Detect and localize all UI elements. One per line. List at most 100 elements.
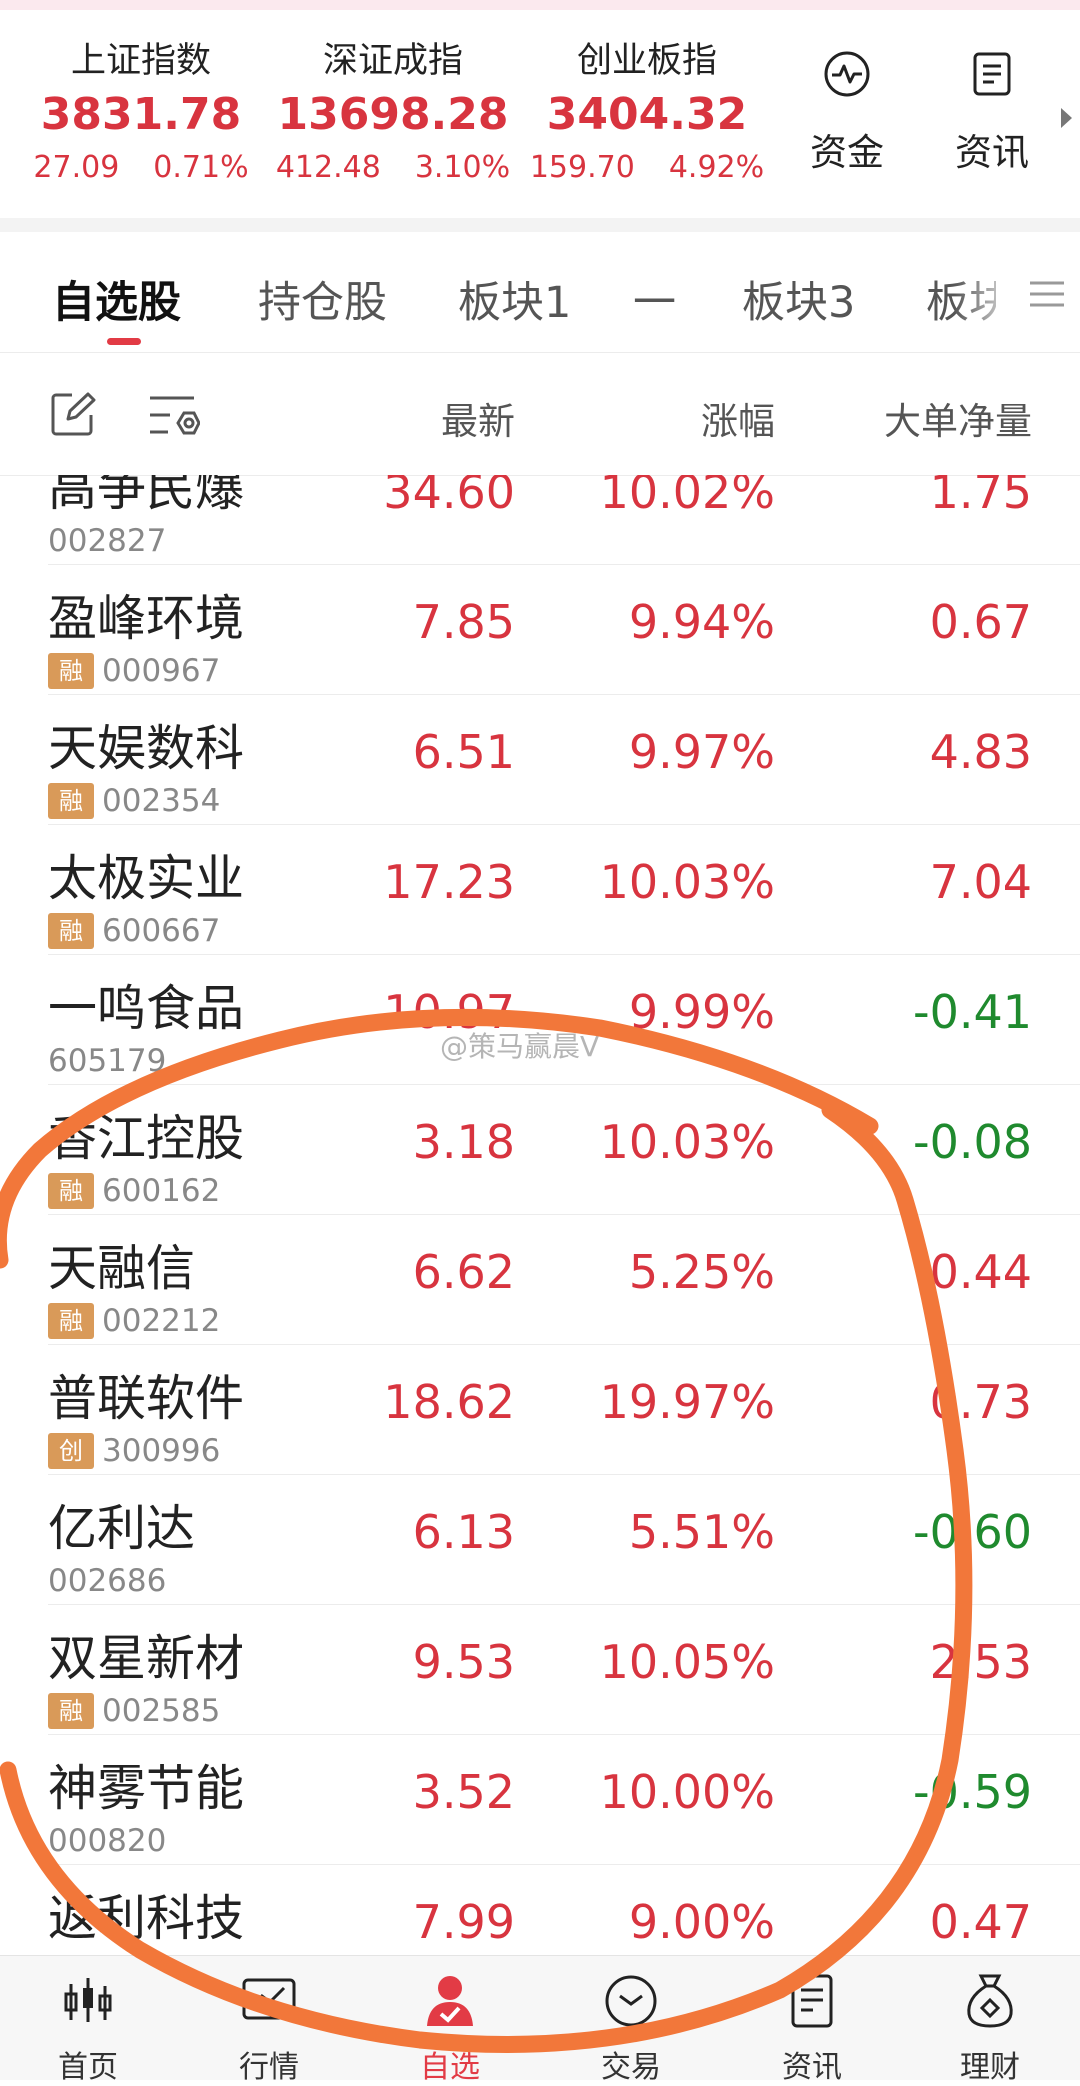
stock-code-wrap: 605179 xyxy=(48,1043,166,1079)
tab-sector-1[interactable]: 板块1 xyxy=(458,268,571,330)
stock-price: 7.85 xyxy=(412,595,515,649)
stock-code-wrap: 融 002354 xyxy=(48,783,220,819)
index-change-pct: 3.10% xyxy=(414,150,511,185)
stock-change-pct: 19.97% xyxy=(599,1375,775,1429)
section-divider xyxy=(0,218,1080,232)
stock-change-pct: 10.03% xyxy=(599,855,775,909)
stock-code-wrap: 融 000967 xyxy=(48,653,220,689)
stock-row[interactable]: 神雾节能 000820 3.52 10.00% -0.59 xyxy=(0,1735,1080,1865)
stock-big-order: 1.75 xyxy=(929,475,1032,519)
stock-code: 002354 xyxy=(102,783,221,819)
stock-big-order: -0.59 xyxy=(912,1765,1032,1819)
stock-price: 17.23 xyxy=(383,855,515,909)
funds-button[interactable]: 资金 xyxy=(792,50,902,176)
stock-change-pct: 9.94% xyxy=(628,595,775,649)
nav-label: 首页 xyxy=(58,2050,118,2085)
stock-name: 普联软件 xyxy=(48,1370,245,1427)
news-button[interactable]: 资讯 xyxy=(937,50,1047,176)
stock-change-pct: 10.00% xyxy=(599,1765,775,1819)
stock-big-order: 0.44 xyxy=(929,1245,1032,1299)
stock-code: 002827 xyxy=(48,523,167,559)
filter-settings-icon[interactable] xyxy=(148,393,200,439)
menu-icon[interactable] xyxy=(1028,280,1066,308)
stock-change-pct: 10.05% xyxy=(599,1635,775,1689)
nav-label: 交易 xyxy=(601,2050,661,2085)
stock-code: 000967 xyxy=(102,653,221,689)
stock-code: 300996 xyxy=(102,1433,221,1469)
nav-news[interactable]: 资讯 xyxy=(752,1970,872,2086)
nav-trade[interactable]: 交易 xyxy=(571,1970,691,2086)
column-big-order[interactable]: 大单净量 xyxy=(884,391,1032,445)
stock-code: 002686 xyxy=(48,1563,167,1599)
edit-icon[interactable] xyxy=(50,391,96,437)
column-change-pct[interactable]: 涨幅 xyxy=(701,391,775,445)
stock-big-order: -0.60 xyxy=(912,1505,1032,1559)
margin-badge: 融 xyxy=(48,1173,94,1209)
index-change: 412.48 3.10% xyxy=(268,150,518,185)
stock-price: 18.62 xyxy=(383,1375,515,1429)
stock-big-order: 4.83 xyxy=(929,725,1032,779)
index-sz[interactable]: 深证成指 13698.28 412.48 3.10% xyxy=(268,32,518,185)
stock-change-pct: 10.02% xyxy=(599,475,775,519)
nav-home[interactable]: 首页 xyxy=(28,1970,148,2086)
tab-watchlist[interactable]: 自选股 xyxy=(52,268,181,330)
stock-price: 6.62 xyxy=(412,1245,515,1299)
stock-row[interactable]: 一鸣食品 605179 10.97 9.99% -0.41 xyxy=(0,955,1080,1085)
index-sh[interactable]: 上证指数 3831.78 27.09 0.71% xyxy=(16,32,266,185)
nav-watchlist[interactable]: 自选 xyxy=(390,1970,510,2086)
tab-group[interactable]: 一 xyxy=(633,268,676,330)
nav-label: 理财 xyxy=(960,2050,1020,2085)
active-tab-indicator xyxy=(107,338,141,345)
stock-big-order: 0.73 xyxy=(929,1375,1032,1429)
index-cyb[interactable]: 创业板指 3404.32 159.70 4.92% xyxy=(522,32,772,185)
index-name: 创业板指 xyxy=(576,41,717,81)
stock-row[interactable]: 高争民爆 002827 34.60 10.02% 1.75 xyxy=(0,475,1080,565)
stock-change-pct: 9.99% xyxy=(628,985,775,1039)
stock-row[interactable]: 天融信 融 002212 6.62 5.25% 0.44 xyxy=(0,1215,1080,1345)
stock-row[interactable]: 香江控股 融 600162 3.18 10.03% -0.08 xyxy=(0,1085,1080,1215)
stock-row[interactable]: 双星新材 融 002585 9.53 10.05% 2.53 xyxy=(0,1605,1080,1735)
stock-row[interactable]: 太极实业 融 600667 17.23 10.03% 7.04 xyxy=(0,825,1080,955)
index-change-points: 159.70 xyxy=(529,150,635,185)
column-latest[interactable]: 最新 xyxy=(441,391,515,445)
weibo-watermark: @策马赢晨V xyxy=(440,1030,600,1063)
index-value: 3404.32 xyxy=(546,89,748,140)
scroll-right-icon[interactable] xyxy=(1061,108,1072,128)
stock-row[interactable]: 返利科技 7.99 9.00% 0.47 xyxy=(0,1865,1080,1955)
tab-sector-3[interactable]: 板块3 xyxy=(742,268,855,330)
stock-list: 高争民爆 002827 34.60 10.02% 1.75 盈峰环境 融 0009… xyxy=(0,475,1080,1955)
stock-code: 000820 xyxy=(48,1823,167,1859)
margin-badge: 融 xyxy=(48,1303,94,1339)
chart-monitor-icon xyxy=(242,1978,296,2020)
index-change-points: 27.09 xyxy=(33,150,120,185)
stock-code-wrap: 创 300996 xyxy=(48,1433,220,1469)
stock-big-order: 0.67 xyxy=(929,595,1032,649)
stock-row[interactable]: 亿利达 002686 6.13 5.51% -0.60 xyxy=(0,1475,1080,1605)
stock-code-wrap: 融 002212 xyxy=(48,1303,220,1339)
stock-code: 600162 xyxy=(102,1173,221,1209)
nav-wealth[interactable]: 理财 xyxy=(930,1970,1050,2086)
stock-code-wrap: 融 600162 xyxy=(48,1173,220,1209)
stock-row[interactable]: 天娱数科 融 002354 6.51 9.97% 4.83 xyxy=(0,695,1080,825)
document-icon xyxy=(791,1974,833,2028)
nav-label: 资讯 xyxy=(782,2050,842,2085)
index-change-pct: 4.92% xyxy=(668,150,765,185)
stock-name: 返利科技 xyxy=(48,1890,245,1947)
index-change: 27.09 0.71% xyxy=(16,150,266,185)
index-change: 159.70 4.92% xyxy=(522,150,772,185)
pulse-icon xyxy=(824,51,870,97)
stock-code: 002212 xyxy=(102,1303,221,1339)
stock-name: 太极实业 xyxy=(48,850,245,907)
trade-icon xyxy=(605,1975,657,2027)
nav-market[interactable]: 行情 xyxy=(209,1970,329,2086)
tab-holdings[interactable]: 持仓股 xyxy=(258,268,387,330)
watchlist-tabs: 自选股 持仓股 板块1 一 板块3 板块 xyxy=(0,232,1080,353)
stock-price: 7.99 xyxy=(412,1895,515,1949)
stock-row[interactable]: 普联软件 创 300996 18.62 19.97% 0.73 xyxy=(0,1345,1080,1475)
stock-price: 6.51 xyxy=(412,725,515,779)
stock-row[interactable]: 盈峰环境 融 000967 7.85 9.94% 0.67 xyxy=(0,565,1080,695)
stock-code: 605179 xyxy=(48,1043,167,1079)
stock-name: 高争民爆 xyxy=(48,475,245,517)
stock-code: 002585 xyxy=(102,1693,221,1729)
margin-badge: 融 xyxy=(48,783,94,819)
